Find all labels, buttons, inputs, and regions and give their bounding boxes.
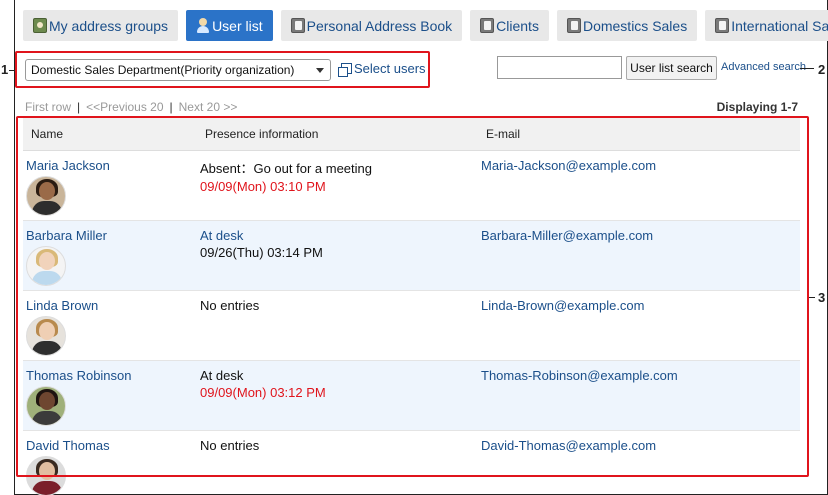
- tab-label: Clients: [496, 17, 539, 34]
- tab-label: Personal Address Book: [306, 17, 453, 34]
- address-book-icon: [290, 18, 305, 33]
- callout-line-3: [809, 297, 815, 298]
- user-icon: [196, 18, 210, 33]
- address-book-icon: [480, 18, 495, 33]
- pager-previous[interactable]: <<Previous 20: [86, 100, 163, 114]
- organization-select-value: Domestic Sales Department(Priority organ…: [31, 63, 295, 77]
- tab-label: User list: [212, 17, 263, 34]
- callout-number-1: 1: [1, 62, 9, 77]
- tab-user-list[interactable]: User list: [186, 10, 273, 41]
- tab-domestics-sales[interactable]: Domestics Sales: [556, 10, 698, 41]
- pager-first[interactable]: First row: [25, 100, 71, 114]
- pager-next[interactable]: Next 20 >>: [179, 100, 238, 114]
- callout-number-3: 3: [818, 290, 826, 305]
- select-users-label: Select users: [354, 61, 426, 76]
- pager-separator: |: [169, 100, 173, 114]
- advanced-search-link[interactable]: Advanced search: [721, 61, 806, 73]
- organization-select[interactable]: Domestic Sales Department(Priority organ…: [25, 59, 331, 81]
- callout-line-2: [800, 68, 814, 69]
- highlight-box-3: [16, 116, 809, 477]
- group-book-icon: [33, 18, 47, 33]
- select-users-link[interactable]: Select users: [338, 61, 426, 77]
- tab-label: Domestics Sales: [582, 17, 688, 34]
- callout-number-2: 2: [818, 62, 826, 77]
- pager-separator: |: [77, 100, 81, 114]
- address-book-icon: [566, 18, 581, 33]
- tab-clients[interactable]: Clients: [470, 10, 549, 41]
- user-search-input[interactable]: [497, 56, 622, 79]
- tab-label: My address groups: [49, 17, 169, 34]
- tab-personal-address-book[interactable]: Personal Address Book: [280, 10, 463, 41]
- tab-bar: My address groups User list Personal Add…: [23, 10, 828, 41]
- chevron-down-icon: [316, 68, 324, 73]
- tab-label: International Sales: [731, 17, 828, 34]
- popup-window-icon: [338, 63, 352, 77]
- tab-my-address-groups[interactable]: My address groups: [23, 10, 179, 41]
- tab-international-sales[interactable]: International Sales: [705, 10, 828, 41]
- address-book-icon: [715, 18, 730, 33]
- user-list-search-button[interactable]: User list search: [626, 56, 717, 80]
- displaying-count: Displaying 1-7: [716, 100, 798, 114]
- pager: First row | <<Previous 20 | Next 20 >>: [25, 100, 237, 114]
